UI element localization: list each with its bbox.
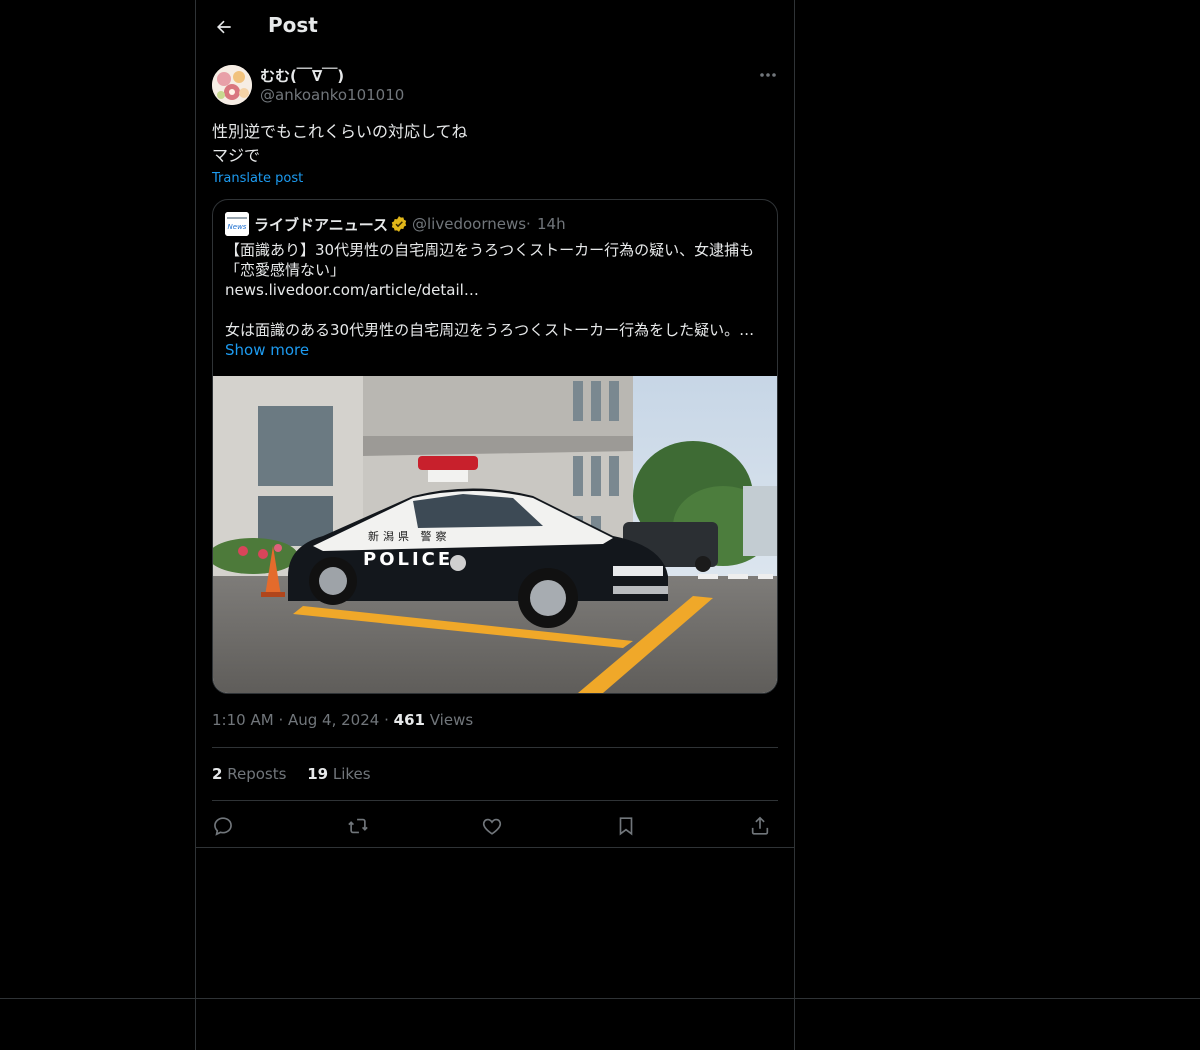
quoted-text-line: 「恋愛感情ない」 [225, 261, 346, 279]
likes-count: 19 [307, 765, 329, 783]
avatar-image [212, 65, 252, 105]
repost-button[interactable] [345, 813, 371, 839]
back-button[interactable] [208, 11, 240, 43]
reply-icon [214, 817, 232, 836]
author-display-name[interactable]: むむ(￣∇￣) [260, 65, 344, 86]
avatar[interactable] [212, 65, 252, 105]
car-lettering: POLICE [363, 549, 453, 570]
post-header: Post [196, 0, 794, 54]
quoted-text-line: 【面識あり】30代男性の自宅周辺をうろつくストーカー行為の疑い、女逮捕も [225, 241, 755, 259]
police-car-photo: POLICE 新潟県 警察 [213, 376, 777, 693]
separator-dot: · [384, 711, 389, 729]
likes-label: Likes [332, 765, 371, 783]
bookmark-icon [619, 817, 633, 836]
quoted-author-name: ライブドアニュース [254, 216, 388, 234]
post-text: 性別逆でもこれくらいの対応してね マジで [212, 120, 468, 168]
separator-dot: · [278, 711, 284, 729]
verified-badge-icon [390, 215, 408, 233]
svg-text:News: News [228, 223, 247, 231]
views-count: 461 [393, 711, 425, 729]
quoted-post-card[interactable]: News ライブドアニュース @livedoornews · 14h 【面識あり… [212, 199, 778, 694]
divider [212, 800, 778, 801]
quoted-link[interactable]: news.livedoor.com/article/detail… [225, 280, 765, 300]
main-column: Post むむ(￣∇￣) @ankoanko101010 性別逆でもこれくらいの… [195, 0, 795, 1050]
like-button[interactable] [479, 813, 505, 839]
divider [212, 747, 778, 748]
likes-stat[interactable]: 19 Likes [307, 765, 370, 783]
share-button[interactable] [747, 813, 773, 839]
post-time[interactable]: 1:10 AM [212, 711, 274, 729]
like-icon [482, 818, 502, 835]
reposts-label: Reposts [227, 765, 287, 783]
quoted-post-image[interactable]: POLICE 新潟県 警察 [213, 376, 777, 693]
arrow-left-icon [217, 20, 231, 34]
post-text-line: 性別逆でもこれくらいの対応してね [212, 122, 468, 141]
quoted-text-line: 女は面識のある30代男性の自宅周辺をうろつくストーカー行為をした疑い。女… [225, 321, 765, 339]
more-dots-icon [760, 73, 776, 77]
post-text-line: マジで [212, 146, 261, 165]
quoted-author-logo: News [225, 212, 249, 236]
post-bottom-border [196, 847, 794, 848]
quoted-author-handle: @livedoornews [412, 215, 527, 233]
page-title: Post [268, 13, 318, 37]
show-more-link[interactable]: Show more [225, 341, 309, 359]
post-date[interactable]: Aug 4, 2024 [288, 711, 379, 729]
reposts-count: 2 [212, 765, 223, 783]
views-label: Views [429, 711, 474, 729]
post-stats: 2 Reposts 19 Likes [212, 765, 387, 783]
car-kanji: 新潟県 警察 [368, 529, 451, 543]
reply-button[interactable] [210, 813, 236, 839]
post-actions-bar [212, 811, 778, 841]
bookmark-button[interactable] [613, 813, 639, 839]
bottom-border-line [0, 998, 1200, 999]
post-meta: 1:10 AM · Aug 4, 2024 · 461 Views [212, 711, 473, 729]
share-icon [751, 816, 769, 835]
livedoor-news-logo: News [225, 212, 249, 236]
quoted-post-text: 【面識あり】30代男性の自宅周辺をうろつくストーカー行為の疑い、女逮捕も 「恋愛… [225, 240, 765, 340]
reposts-stat[interactable]: 2 Reposts [212, 765, 291, 783]
translate-post-link[interactable]: Translate post [212, 171, 303, 186]
author-handle[interactable]: @ankoanko101010 [260, 86, 404, 104]
more-options-button[interactable] [754, 64, 782, 86]
quoted-post-time: 14h [537, 215, 566, 233]
separator-dot: · [526, 215, 531, 233]
repost-icon [348, 818, 368, 834]
